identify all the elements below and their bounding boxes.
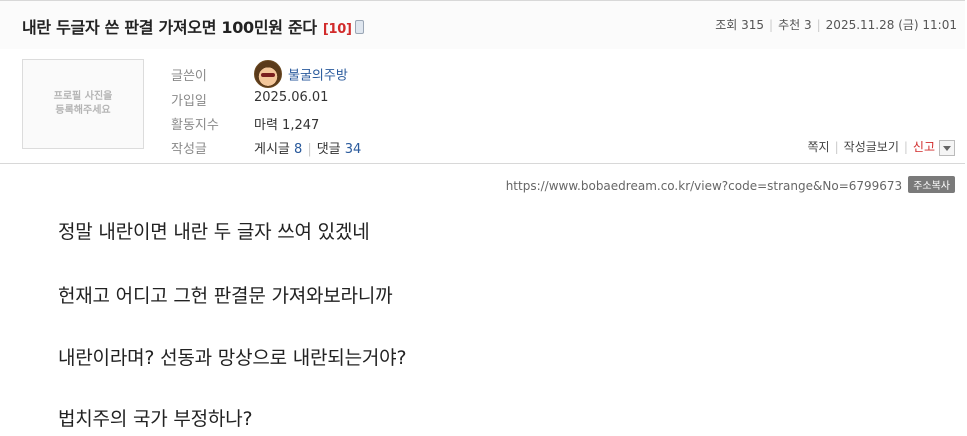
message-button[interactable]: 쪽지	[808, 140, 830, 154]
activity-label: 활동지수	[171, 118, 219, 133]
posts-label: 작성글	[171, 142, 207, 157]
post-datetime: 2025.11.28 (금) 11:01	[825, 18, 957, 32]
avatar-placeholder-line2: 등록해주세요	[55, 105, 111, 116]
post-url: https://www.bobaedream.co.kr/view?code=s…	[505, 179, 903, 193]
post-meta: 조회 315 | 추천 3 | 2025.11.28 (금) 11:01	[715, 16, 957, 33]
divider: |	[834, 140, 839, 154]
avatar-placeholder-line1: 프로필 사진을	[53, 91, 113, 102]
author-actions: 쪽지 | 작성글보기 | 신고	[808, 138, 955, 156]
divider: |	[307, 142, 312, 157]
body-paragraph: 법치주의 국가 부정하나?	[58, 408, 253, 430]
author-nickname[interactable]: 불굴의주방	[288, 69, 348, 84]
reply-count-badge[interactable]: [10]	[323, 22, 352, 37]
chevron-down-icon[interactable]	[939, 139, 955, 156]
post-url-row: https://www.bobaedream.co.kr/view?code=s…	[506, 176, 955, 193]
recommend-count: 추천 3	[778, 18, 812, 32]
body-paragraph: 정말 내란이면 내란 두 글자 쓰여 있겠네	[58, 221, 370, 243]
divider: |	[769, 18, 774, 32]
copy-url-button[interactable]: 주소복사	[908, 176, 955, 193]
body-paragraph: 내란이라며? 선동과 망상으로 내란되는거야?	[58, 347, 407, 369]
user-level-icon	[254, 60, 282, 88]
posts-stats: 게시글 8 | 댓글 34	[254, 138, 361, 157]
view-count: 조회 315	[715, 18, 765, 32]
divider: |	[903, 140, 908, 154]
body-paragraph: 헌재고 어디고 그헌 판결문 가져와보라니까	[58, 285, 393, 307]
activity-value: 마력 1,247	[254, 118, 320, 133]
joined-date: 2025.06.01	[254, 90, 329, 105]
mobile-phone-icon	[354, 20, 364, 34]
writer-label: 글쓴이	[171, 69, 207, 84]
post-title-text: 내란 두글자 쓴 판결 가져오면 100민원 준다	[22, 18, 317, 37]
post-count[interactable]: 8	[294, 142, 302, 157]
comment-count-label: 댓글	[316, 142, 341, 157]
post-count-label: 게시글	[254, 142, 290, 157]
post-title: 내란 두글자 쓴 판결 가져오면 100민원 준다 [10]	[22, 14, 364, 38]
view-posts-button[interactable]: 작성글보기	[844, 140, 899, 154]
profile-photo-placeholder: 프로필 사진을 등록해주세요	[22, 59, 144, 149]
report-button[interactable]: 신고	[913, 140, 935, 154]
writer-value[interactable]: 불굴의주방	[254, 60, 348, 88]
comment-count[interactable]: 34	[345, 142, 362, 157]
post-header: 내란 두글자 쓴 판결 가져오면 100민원 준다 [10] 조회 315 | 추천 …	[0, 0, 965, 50]
divider: |	[816, 18, 821, 32]
author-info-panel: 프로필 사진을 등록해주세요 글쓴이 불굴의주방 가입일 2025.06.01 …	[0, 49, 965, 164]
joined-label: 가입일	[171, 94, 207, 109]
